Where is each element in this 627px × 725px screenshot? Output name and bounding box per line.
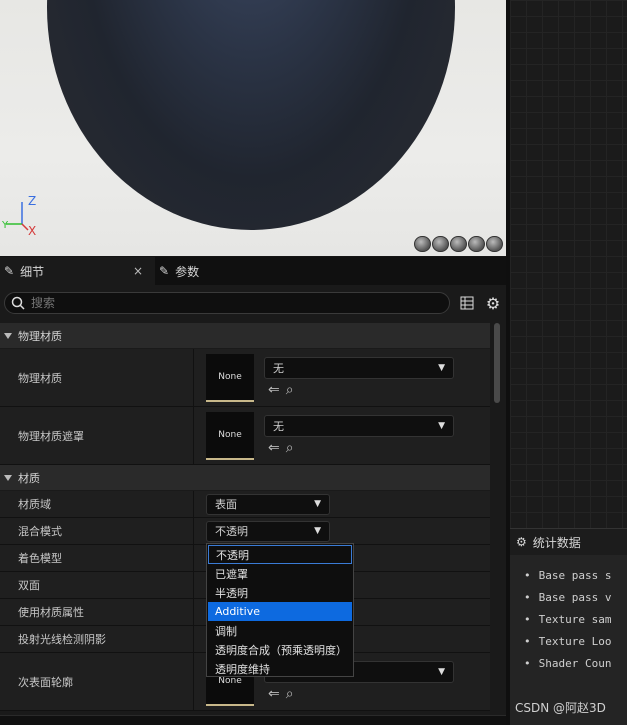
dropdown-option[interactable]: 调制	[208, 621, 352, 640]
asset-buttons: ⇐ ⌕	[264, 382, 454, 398]
plane-icon[interactable]	[450, 236, 467, 252]
property-row: 物理材质遮罩 None 无 ▼ ⇐ ⌕	[0, 407, 490, 465]
category-physical-material[interactable]: 物理材质	[0, 323, 490, 349]
asset-combo-value: 无	[273, 420, 284, 433]
asset-thumbnail[interactable]: None	[206, 411, 254, 460]
stats-list: Base pass s Base pass v Texture sam Text…	[510, 555, 627, 679]
dropdown-option[interactable]: 半透明	[208, 583, 352, 602]
collapse-arrow-icon	[4, 332, 12, 339]
category-label: 材质	[18, 471, 40, 485]
blend-mode-dropdown: 不透明 已遮罩 半透明 Additive 调制 透明度合成（预乘透明度） 透明度…	[206, 543, 354, 677]
asset-picker: 无 ▼ ⇐ ⌕	[264, 415, 454, 456]
dropdown-option[interactable]: 透明度合成（预乘透明度）	[208, 640, 352, 659]
gear-icon[interactable]: ⚙	[484, 294, 502, 313]
dropdown-option[interactable]: 已遮罩	[208, 564, 352, 583]
use-selected-icon[interactable]: ⇐	[268, 440, 280, 456]
material-domain-select[interactable]: 表面 ▼	[206, 493, 330, 515]
property-name: 混合模式	[0, 518, 194, 544]
property-value: 不透明 ▼	[194, 518, 490, 544]
property-name: 使用材质属性	[0, 599, 194, 625]
chevron-down-icon: ▼	[438, 363, 445, 373]
property-value: 表面 ▼	[194, 491, 490, 517]
custom-mesh-icon[interactable]	[486, 236, 503, 252]
axis-gizmo: Z Y X	[2, 194, 36, 238]
stats-header: ⚙ 统计数据	[510, 529, 627, 555]
blend-mode-select[interactable]: 不透明 ▼	[206, 520, 330, 542]
property-value: None 无 ▼ ⇐ ⌕	[194, 407, 490, 464]
axis-x-label: X	[28, 224, 36, 238]
use-selected-icon[interactable]: ⇐	[268, 686, 280, 702]
close-icon[interactable]: ×	[133, 264, 143, 278]
stats-item: Shader Coun	[524, 657, 627, 679]
material-preview-viewport[interactable]: Z Y X	[0, 0, 506, 256]
watermark: CSDN @阿赵3D	[515, 701, 606, 715]
scrollbar[interactable]	[494, 323, 500, 403]
preview-shape-bar	[414, 236, 503, 252]
tab-details[interactable]: ✎ 细节 ×	[0, 257, 155, 285]
stats-item: Texture Loo	[524, 635, 627, 657]
search-row: ⚙	[0, 285, 506, 321]
stats-panel: ⚙ 统计数据 Base pass s Base pass v Texture s…	[510, 528, 627, 725]
chevron-down-icon: ▼	[438, 421, 445, 431]
stats-item: Texture sam	[524, 613, 627, 635]
category-material[interactable]: 材质	[0, 465, 490, 491]
asset-buttons: ⇐ ⌕	[264, 440, 454, 456]
browse-asset-icon[interactable]: ⌕	[286, 686, 294, 702]
details-tabbar: ✎ 细节 × ✎ 参数	[0, 257, 506, 285]
use-selected-icon[interactable]: ⇐	[268, 382, 280, 398]
dropdown-option[interactable]: Additive	[208, 602, 352, 621]
property-name: 次表面轮廓	[0, 653, 194, 710]
stats-title: 统计数据	[532, 535, 581, 550]
axis-y-label: Y	[2, 220, 9, 231]
property-row: 材质域 表面 ▼	[0, 491, 490, 518]
bottom-toolbar	[0, 715, 506, 725]
asset-combo[interactable]: 无 ▼	[264, 415, 454, 437]
select-value: 表面	[215, 498, 237, 511]
axis-z-label: Z	[28, 194, 36, 208]
search-box[interactable]	[4, 292, 450, 314]
property-row: 混合模式 不透明 ▼	[0, 518, 490, 545]
property-name: 材质域	[0, 491, 194, 517]
asset-combo[interactable]: 无 ▼	[264, 357, 454, 379]
select-value: 不透明	[215, 525, 248, 538]
dropdown-option[interactable]: 透明度维持	[208, 659, 352, 678]
cylinder-icon[interactable]	[414, 236, 431, 252]
property-row: 物理材质 None 无 ▼ ⇐ ⌕	[0, 349, 490, 407]
asset-picker: 无 ▼ ⇐ ⌕	[264, 357, 454, 398]
tab-parameters-label: 参数	[175, 264, 200, 279]
property-name: 物理材质遮罩	[0, 407, 194, 464]
search-input[interactable]	[31, 296, 331, 310]
table-view-icon[interactable]	[458, 294, 476, 312]
pencil-icon: ✎	[4, 264, 15, 278]
browse-asset-icon[interactable]: ⌕	[286, 382, 294, 398]
chevron-down-icon: ▼	[314, 526, 321, 536]
chevron-down-icon: ▼	[314, 499, 321, 509]
property-name: 双面	[0, 572, 194, 598]
asset-thumbnail[interactable]: None	[206, 353, 254, 402]
sphere-icon[interactable]	[432, 236, 449, 252]
cube-icon[interactable]	[468, 236, 485, 252]
property-value: None 无 ▼ ⇐ ⌕	[194, 349, 490, 406]
pencil-icon: ✎	[159, 264, 170, 278]
chevron-down-icon: ▼	[438, 667, 445, 677]
stats-item: Base pass v	[524, 591, 627, 613]
collapse-arrow-icon	[4, 474, 12, 481]
dropdown-option[interactable]: 不透明	[208, 545, 352, 564]
search-icon	[11, 296, 25, 310]
property-name: 物理材质	[0, 349, 194, 406]
asset-buttons: ⇐ ⌕	[264, 686, 454, 702]
stats-icon: ⚙	[516, 535, 527, 549]
tab-parameters[interactable]: ✎ 参数	[155, 257, 209, 285]
tab-details-label: 细节	[20, 264, 45, 279]
asset-combo-value: 无	[273, 362, 284, 375]
property-name: 投射光线检测阴影	[0, 626, 194, 652]
browse-asset-icon[interactable]: ⌕	[286, 440, 294, 456]
category-label: 物理材质	[18, 329, 62, 343]
stats-item: Base pass s	[524, 569, 627, 591]
preview-sphere	[47, 0, 455, 230]
property-name: 着色模型	[0, 545, 194, 571]
